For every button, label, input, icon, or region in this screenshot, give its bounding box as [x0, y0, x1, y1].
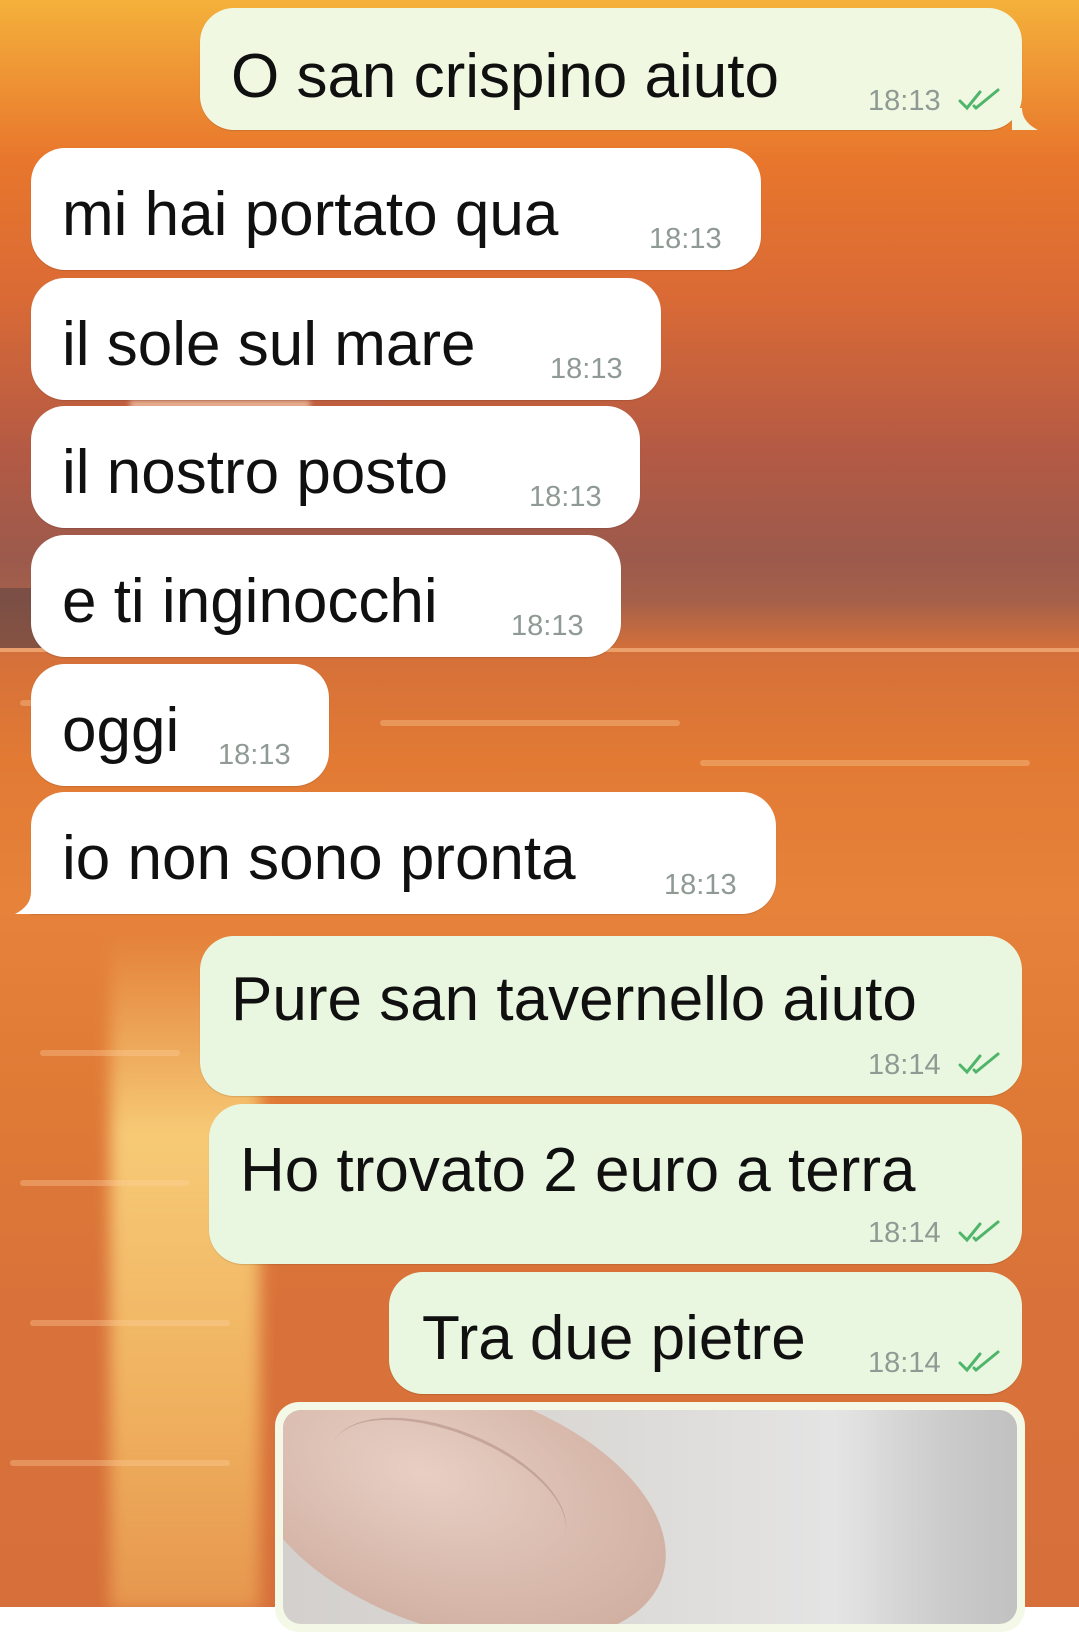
message-text: oggi [62, 696, 180, 765]
water-streak [700, 760, 1030, 766]
message-time: 18:13 [664, 869, 737, 901]
message-time: 18:14 [868, 1049, 941, 1081]
message-bubble-outgoing[interactable]: Tra due pietre 18:14 [389, 1272, 1022, 1394]
message-text: Tra due pietre [422, 1304, 806, 1373]
message-bubble-incoming[interactable]: oggi 18:13 [31, 664, 329, 786]
message-time: 18:13 [529, 481, 602, 513]
message-time: 18:14 [868, 1217, 941, 1249]
double-check-icon [958, 1052, 1000, 1075]
message-bubble-incoming[interactable]: il sole sul mare 18:13 [31, 278, 661, 400]
photo-thumbnail[interactable] [283, 1410, 1017, 1624]
bubble-tail [15, 892, 43, 914]
message-time: 18:13 [511, 610, 584, 642]
water-streak [380, 720, 680, 726]
message-text: il sole sul mare [62, 310, 476, 379]
message-bubble-outgoing[interactable]: Ho trovato 2 euro a terra 18:14 [209, 1104, 1022, 1264]
water-streak [10, 1460, 230, 1466]
image-message[interactable] [275, 1402, 1025, 1632]
message-bubble-outgoing[interactable]: O san crispino aiuto 18:13 [200, 8, 1022, 130]
message-time: 18:13 [868, 85, 941, 117]
message-time: 18:14 [868, 1347, 941, 1379]
double-check-icon [958, 1350, 1000, 1373]
water-streak [40, 1050, 180, 1056]
message-time: 18:13 [218, 739, 291, 771]
water-streak [30, 1320, 230, 1326]
message-bubble-incoming[interactable]: e ti inginocchi 18:13 [31, 535, 621, 657]
message-text: il nostro posto [62, 438, 448, 507]
photo-shadow [857, 1410, 1017, 1624]
message-bubble-incoming[interactable]: io non sono pronta 18:13 [31, 792, 776, 914]
message-bubble-outgoing[interactable]: Pure san tavernello aiuto 18:14 [200, 936, 1022, 1096]
message-bubble-incoming[interactable]: il nostro posto 18:13 [31, 406, 640, 528]
message-text: e ti inginocchi [62, 567, 438, 636]
double-check-icon [958, 1220, 1000, 1243]
message-text: Ho trovato 2 euro a terra [240, 1136, 916, 1205]
message-time: 18:13 [649, 223, 722, 255]
message-text: io non sono pronta [62, 824, 576, 893]
message-time: 18:13 [550, 353, 623, 385]
message-text: O san crispino aiuto [231, 42, 779, 111]
message-bubble-incoming[interactable]: mi hai portato qua 18:13 [31, 148, 761, 270]
message-text: Pure san tavernello aiuto [231, 965, 917, 1034]
bubble-tail [1012, 108, 1038, 130]
message-text: mi hai portato qua [62, 180, 559, 249]
water-streak [20, 1180, 190, 1186]
double-check-icon [958, 88, 1000, 111]
